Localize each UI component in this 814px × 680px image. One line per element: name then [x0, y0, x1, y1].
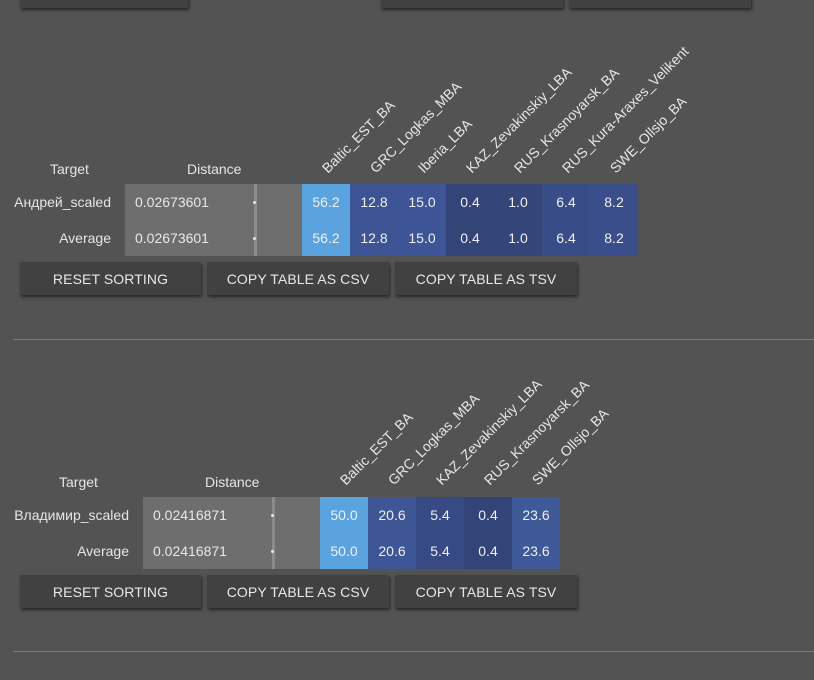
distance-cell: 0.02416871	[143, 533, 320, 569]
value-cell: 23.6	[512, 497, 560, 533]
section-divider	[13, 339, 814, 340]
row-target-label: Андрей_scaled	[14, 194, 111, 210]
value-cell: 56.2	[302, 184, 350, 220]
reset-sorting-button[interactable]: RESET SORTING	[20, 575, 201, 608]
column-header[interactable]: GRC_Logkas_MBA	[385, 390, 483, 488]
top-partial-button-1[interactable]	[20, 0, 188, 8]
value-cell: 23.6	[512, 533, 560, 569]
value-cell: 0.4	[446, 184, 494, 220]
distance-header[interactable]: Distance	[205, 474, 259, 490]
distance-cell: 0.02673601	[125, 220, 302, 256]
distance-header[interactable]: Distance	[187, 161, 241, 177]
distance-marker	[253, 201, 256, 204]
value-cell: 0.4	[464, 497, 512, 533]
top-partial-button-2[interactable]	[381, 0, 563, 8]
value-cell: 6.4	[542, 184, 590, 220]
distance-value: 0.02416871	[153, 507, 227, 523]
copy-tsv-button[interactable]: COPY TABLE AS TSV	[395, 262, 577, 295]
top-partial-button-3[interactable]	[569, 0, 751, 8]
distance-marker	[271, 514, 274, 517]
row-target-label: Average	[77, 543, 129, 559]
value-cell: 5.4	[416, 497, 464, 533]
distance-cell: 0.02416871	[143, 497, 320, 533]
value-cell: 5.4	[416, 533, 464, 569]
target-header[interactable]: Target	[50, 161, 89, 177]
value-cell: 20.6	[368, 533, 416, 569]
value-cell: 20.6	[368, 497, 416, 533]
value-cell: 8.2	[590, 184, 638, 220]
value-cell: 12.8	[350, 184, 398, 220]
distance-cell: 0.02673601	[125, 184, 302, 220]
copy-tsv-button[interactable]: COPY TABLE AS TSV	[395, 575, 577, 608]
distance-marker	[253, 237, 256, 240]
value-cell: 0.4	[446, 220, 494, 256]
copy-csv-button[interactable]: COPY TABLE AS CSV	[207, 262, 389, 295]
copy-csv-button[interactable]: COPY TABLE AS CSV	[207, 575, 389, 608]
value-cell: 6.4	[542, 220, 590, 256]
row-target-label: Average	[59, 230, 111, 246]
section-divider	[13, 651, 814, 652]
column-header[interactable]: GRC_Logkas_MBA	[367, 78, 465, 176]
value-cell: 1.0	[494, 184, 542, 220]
distance-value: 0.02673601	[135, 194, 209, 210]
distance-marker	[271, 550, 274, 553]
value-cell: 15.0	[398, 220, 446, 256]
distance-value: 0.02673601	[135, 230, 209, 246]
value-cell: 8.2	[590, 220, 638, 256]
reset-sorting-button[interactable]: RESET SORTING	[20, 262, 201, 295]
value-cell: 1.0	[494, 220, 542, 256]
target-header[interactable]: Target	[59, 474, 98, 490]
value-cell: 15.0	[398, 184, 446, 220]
value-cell: 50.0	[320, 497, 368, 533]
value-cell: 12.8	[350, 220, 398, 256]
distance-value: 0.02416871	[153, 543, 227, 559]
value-cell: 56.2	[302, 220, 350, 256]
row-target-label: Владимир_scaled	[14, 507, 129, 523]
value-cell: 50.0	[320, 533, 368, 569]
value-cell: 0.4	[464, 533, 512, 569]
